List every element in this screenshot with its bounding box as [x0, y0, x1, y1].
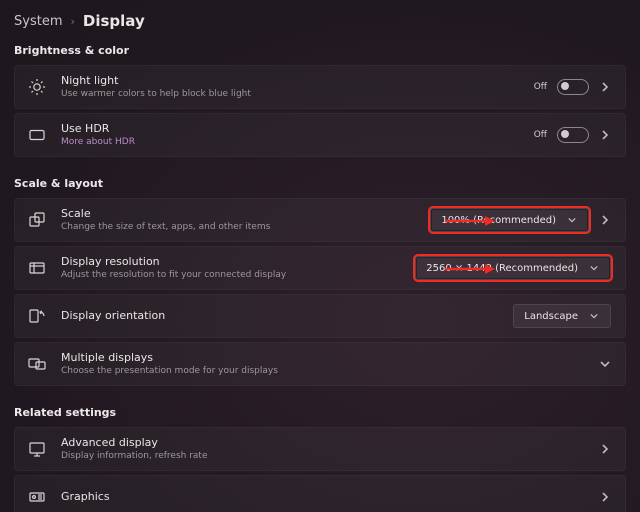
night-light-icon [27, 77, 47, 97]
hdr-link[interactable]: More about HDR [61, 136, 534, 148]
chevron-down-icon[interactable] [599, 358, 611, 370]
resolution-icon [27, 258, 47, 278]
multi-sub: Choose the presentation mode for your di… [61, 365, 599, 377]
section-related-title: Related settings [14, 406, 626, 419]
hdr-icon [27, 125, 47, 145]
row-advanced-display[interactable]: Advanced display Display information, re… [14, 427, 626, 471]
row-hdr[interactable]: Use HDR More about HDR Off [14, 113, 626, 157]
orientation-icon [27, 306, 47, 326]
breadcrumb: System › Display [14, 12, 626, 30]
advanced-title: Advanced display [61, 436, 599, 450]
chevron-right-icon[interactable] [599, 214, 611, 226]
chevron-right-icon: › [70, 15, 74, 28]
row-scale[interactable]: Scale Change the size of text, apps, and… [14, 198, 626, 242]
multiple-displays-icon [27, 354, 47, 374]
chevron-right-icon[interactable] [599, 491, 611, 503]
resolution-dropdown[interactable]: 2560 × 1440 (Recommended) [415, 256, 611, 280]
graphics-title: Graphics [61, 490, 599, 504]
orientation-title: Display orientation [61, 309, 513, 323]
breadcrumb-root[interactable]: System [14, 14, 62, 29]
resolution-title: Display resolution [61, 255, 415, 269]
night-light-sub: Use warmer colors to help block blue lig… [61, 88, 534, 100]
row-graphics[interactable]: Graphics [14, 475, 626, 512]
breadcrumb-current: Display [83, 12, 145, 30]
advanced-sub: Display information, refresh rate [61, 450, 599, 462]
resolution-value: 2560 × 1440 (Recommended) [426, 263, 578, 274]
chevron-down-icon [588, 262, 600, 274]
row-night-light[interactable]: Night light Use warmer colors to help bl… [14, 65, 626, 109]
orientation-dropdown[interactable]: Landscape [513, 304, 611, 328]
graphics-icon [27, 487, 47, 507]
section-scale-title: Scale & layout [14, 177, 626, 190]
night-light-title: Night light [61, 74, 534, 88]
chevron-right-icon[interactable] [599, 129, 611, 141]
scale-value: 100% (Recommended) [441, 215, 556, 226]
chevron-down-icon [566, 214, 578, 226]
chevron-down-icon [588, 310, 600, 322]
monitor-icon [27, 439, 47, 459]
row-resolution[interactable]: Display resolution Adjust the resolution… [14, 246, 626, 290]
row-multiple-displays[interactable]: Multiple displays Choose the presentatio… [14, 342, 626, 386]
scale-dropdown[interactable]: 100% (Recommended) [430, 208, 589, 232]
scale-sub: Change the size of text, apps, and other… [61, 221, 430, 233]
orientation-value: Landscape [524, 311, 578, 322]
section-brightness-title: Brightness & color [14, 44, 626, 57]
night-light-state: Off [534, 82, 547, 92]
night-light-toggle[interactable] [557, 79, 589, 95]
row-orientation[interactable]: Display orientation Landscape [14, 294, 626, 338]
hdr-title: Use HDR [61, 122, 534, 136]
hdr-state: Off [534, 130, 547, 140]
scale-title: Scale [61, 207, 430, 221]
scale-icon [27, 210, 47, 230]
resolution-sub: Adjust the resolution to fit your connec… [61, 269, 415, 281]
chevron-right-icon[interactable] [599, 443, 611, 455]
chevron-right-icon[interactable] [599, 81, 611, 93]
hdr-toggle[interactable] [557, 127, 589, 143]
multi-title: Multiple displays [61, 351, 599, 365]
